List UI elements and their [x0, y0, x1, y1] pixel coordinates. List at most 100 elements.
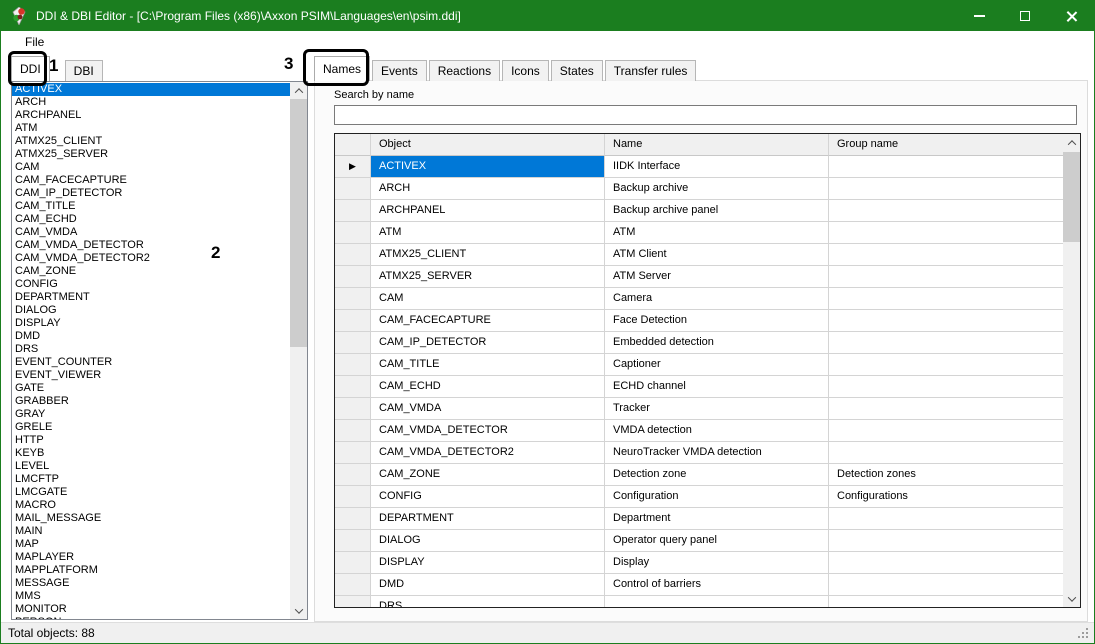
- scroll-down-icon[interactable]: [290, 602, 307, 619]
- grid-scroll-up-icon[interactable]: [1063, 134, 1080, 151]
- tab-dbi[interactable]: DBI: [65, 60, 103, 81]
- tab-reactions[interactable]: Reactions: [429, 60, 500, 81]
- list-item[interactable]: CAM_ECHD: [12, 213, 290, 226]
- list-item[interactable]: MAIL_MESSAGE: [12, 512, 290, 525]
- table-cell[interactable]: ATM Server: [605, 266, 829, 288]
- row-header[interactable]: [335, 552, 371, 574]
- list-item[interactable]: CAM: [12, 161, 290, 174]
- table-cell[interactable]: Backup archive: [605, 178, 829, 200]
- list-item[interactable]: CAM_FACECAPTURE: [12, 174, 290, 187]
- row-header[interactable]: ▶: [335, 156, 371, 178]
- table-cell[interactable]: [829, 574, 1063, 596]
- table-cell[interactable]: VMDA detection: [605, 420, 829, 442]
- row-header[interactable]: [335, 574, 371, 596]
- table-cell[interactable]: [829, 178, 1063, 200]
- column-header[interactable]: Name: [605, 134, 829, 156]
- list-item[interactable]: DISPLAY: [12, 317, 290, 330]
- row-header[interactable]: [335, 200, 371, 222]
- list-item[interactable]: LEVEL: [12, 460, 290, 473]
- maximize-button[interactable]: [1002, 1, 1048, 31]
- grid-corner-cell[interactable]: [335, 134, 371, 156]
- table-cell[interactable]: ATM: [605, 222, 829, 244]
- minimize-button[interactable]: [956, 1, 1002, 31]
- table-cell[interactable]: IIDK Interface: [605, 156, 829, 178]
- list-item[interactable]: DIALOG: [12, 304, 290, 317]
- tab-events[interactable]: Events: [372, 60, 427, 81]
- list-item[interactable]: GATE: [12, 382, 290, 395]
- table-cell[interactable]: CAM_VMDA_DETECTOR2: [371, 442, 605, 464]
- list-item[interactable]: MAPPLATFORM: [12, 564, 290, 577]
- list-item[interactable]: ATM: [12, 122, 290, 135]
- list-item[interactable]: KEYB: [12, 447, 290, 460]
- list-item[interactable]: GRABBER: [12, 395, 290, 408]
- list-item[interactable]: PERSON: [12, 616, 290, 619]
- table-cell[interactable]: ATMX25_CLIENT: [371, 244, 605, 266]
- list-item[interactable]: GRELE: [12, 421, 290, 434]
- list-item[interactable]: MMS: [12, 590, 290, 603]
- list-scrollbar[interactable]: [290, 82, 307, 619]
- table-cell[interactable]: Department: [605, 508, 829, 530]
- table-cell[interactable]: [605, 596, 829, 607]
- table-cell[interactable]: CAM_VMDA_DETECTOR: [371, 420, 605, 442]
- list-item[interactable]: MONITOR: [12, 603, 290, 616]
- row-header[interactable]: [335, 530, 371, 552]
- table-cell[interactable]: Embedded detection: [605, 332, 829, 354]
- table-cell[interactable]: Detection zones: [829, 464, 1063, 486]
- table-cell[interactable]: Camera: [605, 288, 829, 310]
- table-cell[interactable]: ATM: [371, 222, 605, 244]
- search-input[interactable]: [334, 105, 1077, 125]
- tab-states[interactable]: States: [551, 60, 603, 81]
- table-cell[interactable]: Configuration: [605, 486, 829, 508]
- list-item[interactable]: DMD: [12, 330, 290, 343]
- table-cell[interactable]: [829, 552, 1063, 574]
- table-cell[interactable]: Detection zone: [605, 464, 829, 486]
- row-header[interactable]: [335, 442, 371, 464]
- table-cell[interactable]: [829, 200, 1063, 222]
- grid-scroll-down-icon[interactable]: [1063, 590, 1080, 607]
- list-item[interactable]: MAPLAYER: [12, 551, 290, 564]
- list-item[interactable]: EVENT_VIEWER: [12, 369, 290, 382]
- table-cell[interactable]: CAM_ZONE: [371, 464, 605, 486]
- table-cell[interactable]: DIALOG: [371, 530, 605, 552]
- row-header[interactable]: [335, 332, 371, 354]
- table-cell[interactable]: CAM_IP_DETECTOR: [371, 332, 605, 354]
- table-cell[interactable]: DEPARTMENT: [371, 508, 605, 530]
- table-cell[interactable]: CAM: [371, 288, 605, 310]
- column-header[interactable]: Group name: [829, 134, 1063, 156]
- table-cell[interactable]: CAM_VMDA: [371, 398, 605, 420]
- table-cell[interactable]: CAM_TITLE: [371, 354, 605, 376]
- table-cell[interactable]: [829, 596, 1063, 607]
- table-cell[interactable]: [829, 398, 1063, 420]
- row-header[interactable]: [335, 420, 371, 442]
- table-cell[interactable]: ARCH: [371, 178, 605, 200]
- list-item[interactable]: DEPARTMENT: [12, 291, 290, 304]
- row-header[interactable]: [335, 508, 371, 530]
- list-item[interactable]: LMCGATE: [12, 486, 290, 499]
- list-item[interactable]: ARCHPANEL: [12, 109, 290, 122]
- table-cell[interactable]: CAM_ECHD: [371, 376, 605, 398]
- row-header[interactable]: [335, 310, 371, 332]
- table-cell[interactable]: [829, 266, 1063, 288]
- table-cell[interactable]: Face Detection: [605, 310, 829, 332]
- table-cell[interactable]: [829, 222, 1063, 244]
- list-item[interactable]: DRS: [12, 343, 290, 356]
- table-cell[interactable]: ARCHPANEL: [371, 200, 605, 222]
- table-cell[interactable]: [829, 420, 1063, 442]
- row-header[interactable]: [335, 596, 371, 607]
- grid-scrollbar[interactable]: [1063, 134, 1080, 607]
- table-cell[interactable]: [829, 288, 1063, 310]
- list-item[interactable]: CONFIG: [12, 278, 290, 291]
- list-item[interactable]: MACRO: [12, 499, 290, 512]
- row-header[interactable]: [335, 288, 371, 310]
- list-item[interactable]: GRAY: [12, 408, 290, 421]
- list-item[interactable]: CAM_TITLE: [12, 200, 290, 213]
- table-cell[interactable]: DRS: [371, 596, 605, 607]
- table-cell[interactable]: DISPLAY: [371, 552, 605, 574]
- list-item[interactable]: CAM_ZONE: [12, 265, 290, 278]
- table-cell[interactable]: Operator query panel: [605, 530, 829, 552]
- menu-file[interactable]: File: [15, 31, 54, 53]
- list-item[interactable]: ACTIVEX: [12, 83, 290, 96]
- grid-scrollbar-thumb[interactable]: [1063, 152, 1080, 242]
- row-header[interactable]: [335, 486, 371, 508]
- table-cell[interactable]: CONFIG: [371, 486, 605, 508]
